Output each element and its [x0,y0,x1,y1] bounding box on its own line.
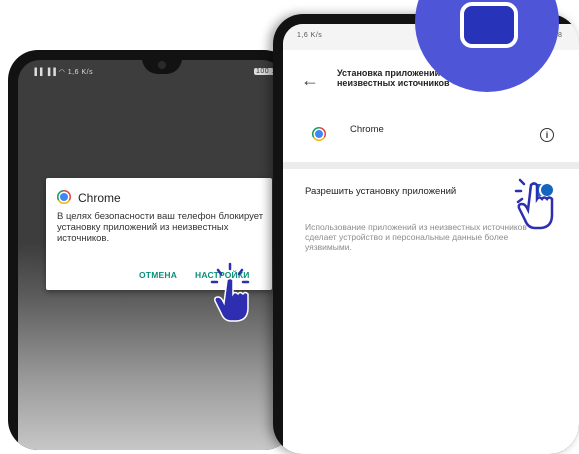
left-phone-screen: ▐▐ ▐▐ ◠ 1,6 K/s 100 1 Chrome В целях без… [18,60,284,450]
dialog-message: В целях безопасности ваш телефон блокиру… [57,211,264,244]
screen-badge-icon [460,2,518,48]
hand-pointer-icon [514,178,554,230]
cancel-button[interactable]: ОТМЕНА [139,270,177,280]
hand-pointer-icon [210,262,250,322]
section-divider [283,162,579,169]
camera-icon [158,61,166,69]
left-status-bar: ▐▐ ▐▐ ◠ 1,6 K/s [32,69,94,76]
camera-notch [142,60,182,74]
chrome-icon [312,127,326,141]
left-phone: ▐▐ ▐▐ ◠ 1,6 K/s 100 1 Chrome В целях без… [8,50,294,450]
right-status-time: 8 [558,32,563,39]
chrome-icon [57,190,71,204]
dialog-title: Chrome [78,191,121,205]
allow-install-label: Разрешить установку приложений [305,186,457,197]
info-icon[interactable]: i [540,128,554,142]
back-arrow-icon[interactable]: ← [301,70,319,91]
right-status-bar: 1,6 K/s [297,32,323,39]
app-name: Chrome [350,124,384,135]
right-phone-screen: 1,6 K/s 8 ← Установка приложений из неиз… [283,24,579,454]
